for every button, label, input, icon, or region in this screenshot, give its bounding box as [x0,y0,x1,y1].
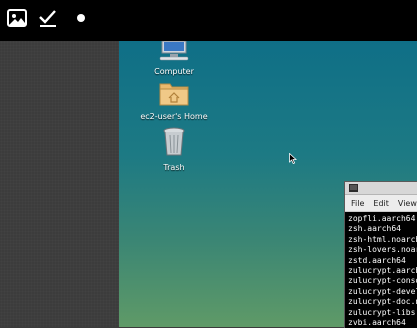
dot-icon[interactable] [74,7,88,29]
top-bar [0,0,417,41]
mouse-cursor-icon [289,149,298,168]
menu-file[interactable]: File [351,199,364,208]
terminal-line: zulucrypt-devel [348,286,417,296]
terminal-line: zsh-html.noarch [348,234,417,244]
terminal-output[interactable]: zopfli.aarch64 zsh.aarch64 zsh-html.noar… [345,212,417,328]
desktop-icon-computer[interactable]: Computer [119,40,229,76]
terminal-line: zopfli.aarch64 [348,214,416,223]
terminal-menubar: File Edit View [345,195,417,212]
terminal-line: zulucrypt-doc.noarch [348,297,417,307]
terminal-line: zsh.aarch64 [348,224,401,234]
desktop-icon-label: Trash [163,163,185,172]
terminal-icon [349,184,358,192]
trash-icon [163,127,185,156]
desktop-icon-trash[interactable]: Trash [119,127,229,172]
terminal-window[interactable]: File Edit View zopfli.aarch64 zsh.aarch6… [344,181,417,328]
terminal-titlebar[interactable] [345,182,417,195]
terminal-line: zsh-lovers.noarch [348,245,417,255]
left-panel [0,41,119,327]
computer-icon [159,40,189,61]
checkmark-icon[interactable] [37,7,59,29]
image-icon[interactable] [6,7,28,29]
terminal-line: zstd.aarch64 [348,255,406,265]
desktop-icon-label: Computer [154,67,194,76]
terminal-line: zulucrypt.aarch64 [348,266,417,276]
terminal-line: zulucrypt-console [348,276,417,286]
desktop-icon-home[interactable]: ec2-user's Home [119,80,229,121]
terminal-line: zulucrypt-libs [348,307,416,317]
menu-view[interactable]: View [398,199,417,208]
home-folder-icon [159,83,189,106]
desktop-icon-label: ec2-user's Home [140,112,208,121]
menu-edit[interactable]: Edit [373,199,389,208]
